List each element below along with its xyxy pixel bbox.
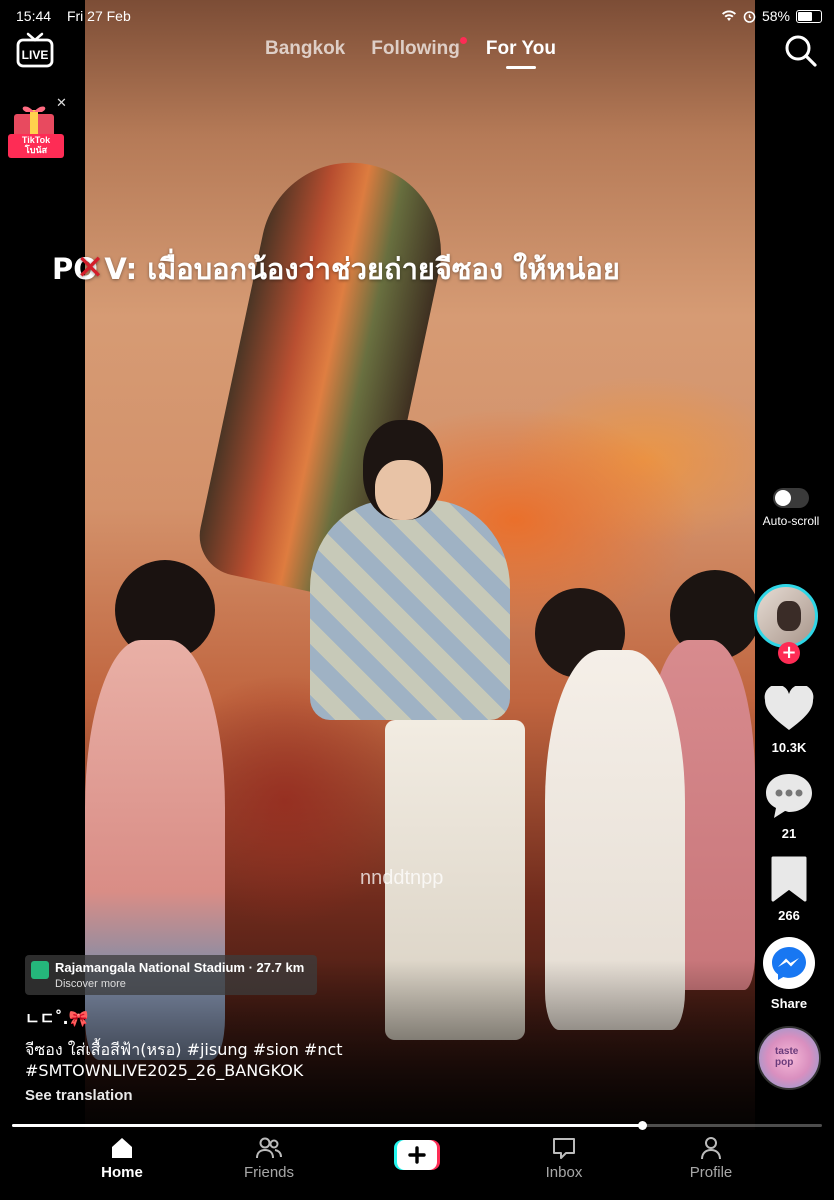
bookmark-icon <box>771 856 807 902</box>
creator-username[interactable]: ㄴㄷ˚.🎀 <box>25 1005 88 1029</box>
caption-line: จีซอง ใส่เสื้อสีฟ้า(หรอ) #jisung #sion #… <box>25 1040 343 1059</box>
performer <box>375 460 431 520</box>
nav-inbox[interactable]: Inbox <box>509 1136 619 1181</box>
svg-text:LIVE: LIVE <box>22 48 49 62</box>
status-time: 15:44 <box>16 8 52 24</box>
video-overlay-text: PO✕V: เมื่อบอกน้องว่าช่วยถ่ายจีซอง ให้หน… <box>52 248 620 288</box>
comment-icon <box>766 774 812 818</box>
comment-button[interactable]: 21 <box>756 772 822 841</box>
post-caption[interactable]: จีซอง ใส่เสื้อสีฟ้า(หรอ) #jisung #sion #… <box>25 1039 445 1081</box>
progress-fill <box>12 1124 643 1127</box>
save-count: 266 <box>778 908 800 923</box>
status-bar-left: 15:44 Fri 27 Feb <box>16 8 143 24</box>
profile-icon <box>701 1137 721 1160</box>
search-icon[interactable] <box>784 34 818 68</box>
home-icon <box>112 1138 132 1158</box>
auto-scroll-label: Auto-scroll <box>762 514 820 528</box>
nav-friends[interactable]: Friends <box>214 1136 324 1181</box>
location-title: Rajamangala National Stadium · 27.7 km <box>55 960 305 975</box>
alarm-icon <box>743 10 756 23</box>
nav-home-label: Home <box>101 1164 143 1181</box>
nav-profile[interactable]: Profile <box>656 1136 766 1181</box>
location-tag[interactable]: Rajamangala National Stadium · 27.7 km D… <box>25 955 317 995</box>
wifi-icon <box>721 10 736 21</box>
share-button[interactable]: Share <box>756 936 822 1011</box>
notification-dot <box>459 37 467 44</box>
video-watermark: nnddtnpp <box>360 867 444 889</box>
tab-bangkok[interactable]: Bangkok <box>265 38 345 60</box>
nav-profile-label: Profile <box>689 1164 733 1181</box>
see-translation-link[interactable]: See translation <box>25 1087 133 1104</box>
messenger-icon <box>763 937 815 989</box>
bottom-nav: Home Friends Inbox Profile <box>0 1130 834 1200</box>
nav-inbox-label: Inbox <box>545 1164 583 1181</box>
nav-home[interactable]: Home <box>67 1136 177 1181</box>
tab-for-you[interactable]: For You <box>486 38 556 60</box>
battery-icon <box>796 9 822 23</box>
inbox-icon <box>553 1138 575 1159</box>
music-disc-label: taste pop <box>775 1046 799 1068</box>
caption-line: #SMTOWNLIVE2025_26_BANGKOK <box>25 1061 304 1080</box>
nav-friends-label: Friends <box>243 1164 295 1181</box>
comment-count: 21 <box>781 826 797 841</box>
live-tv-icon[interactable]: LIVE <box>16 32 54 68</box>
tab-following-label: Following <box>371 38 460 59</box>
battery-percent: 58% <box>761 8 790 24</box>
promo-label: TikTok โบนัส <box>21 135 51 155</box>
avatar-figure <box>777 601 801 631</box>
friends-icon <box>256 1137 282 1159</box>
feed-tabs: Bangkok Following For You <box>265 37 556 60</box>
creator-avatar[interactable] <box>754 584 818 648</box>
share-label: Share <box>770 996 808 1011</box>
toggle-switch[interactable] <box>773 488 809 508</box>
create-plus-icon[interactable] <box>394 1140 440 1170</box>
heart-icon <box>764 684 814 730</box>
performer <box>310 500 510 720</box>
close-icon[interactable]: ✕ <box>56 96 67 111</box>
like-count: 10.3K <box>771 740 807 755</box>
cross-mark-icon: ✕ <box>75 248 105 288</box>
video-progress-bar[interactable] <box>12 1121 822 1130</box>
status-date: Fri 27 Feb <box>66 8 131 24</box>
save-button[interactable]: 266 <box>756 856 822 923</box>
location-pin-icon <box>31 961 49 979</box>
status-bar-right: 58% <box>721 8 822 24</box>
location-subtitle: Discover more <box>55 978 126 990</box>
tab-following[interactable]: Following <box>371 37 467 60</box>
follow-plus-button[interactable]: + <box>778 642 800 664</box>
like-button[interactable]: 10.3K <box>756 684 822 755</box>
auto-scroll-toggle[interactable]: Auto-scroll <box>756 488 826 528</box>
music-disc[interactable]: taste pop <box>757 1026 821 1090</box>
